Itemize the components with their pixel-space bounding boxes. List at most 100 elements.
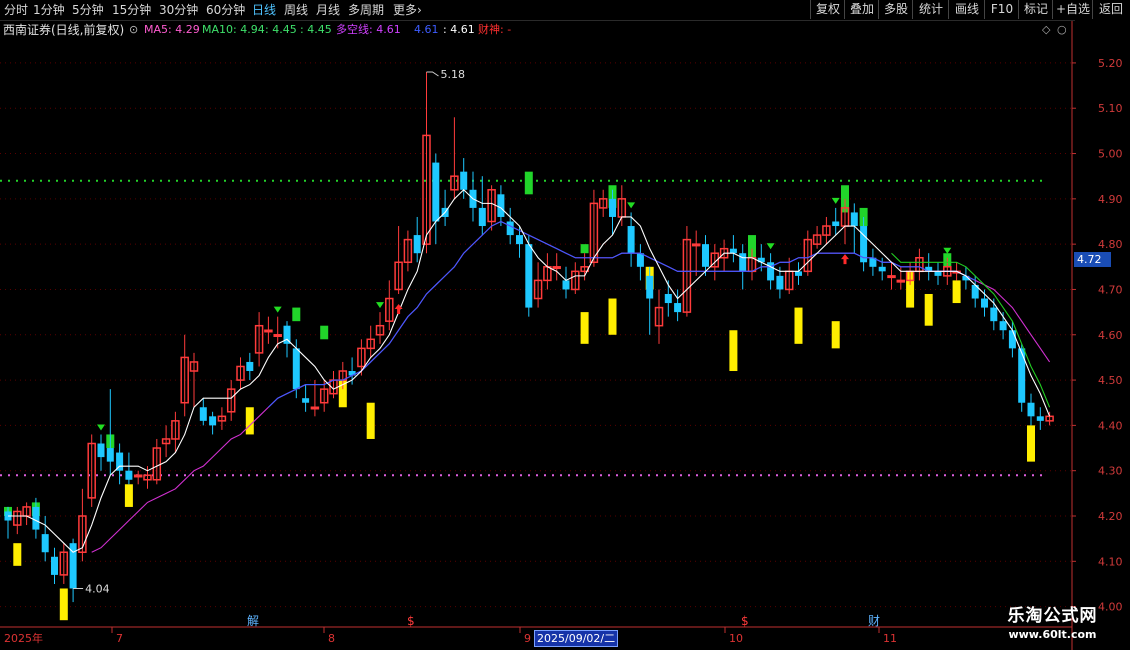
yellow-signal-bar <box>924 293 933 326</box>
candle-body <box>209 416 217 426</box>
indicator-value-4: : 4.61 <box>443 23 475 36</box>
draw-line-button[interactable]: 画线 <box>948 0 985 19</box>
price-label: 4.80 <box>1098 238 1123 251</box>
high-price-label: 5.18 <box>441 68 466 81</box>
candle-body <box>292 348 300 390</box>
yellow-signal-bar <box>1027 425 1035 462</box>
candle-body <box>887 275 896 279</box>
candle-body <box>506 221 514 236</box>
down-arrow-icon <box>273 306 282 313</box>
selected-date: 2025/09/02/二 <box>534 630 619 647</box>
candle-body <box>776 275 784 290</box>
indicator-value-1: : 4.45 <box>265 23 297 36</box>
candle-body <box>990 307 998 322</box>
diamond-icon[interactable]: ◇ <box>1042 23 1050 37</box>
candle-body <box>41 534 49 553</box>
down-arrow-icon <box>831 197 840 204</box>
multi-stock-button[interactable]: 多股 <box>878 0 913 19</box>
candle-body <box>413 235 421 254</box>
candle-body <box>310 406 320 410</box>
tab-60min[interactable]: 60分钟 <box>206 2 245 18</box>
candle-body <box>739 253 747 272</box>
event-jie-marker[interactable]: 解 <box>247 614 259 628</box>
candle-body <box>478 207 486 227</box>
candle-body <box>934 271 942 276</box>
fuquan-button[interactable]: 复权 <box>810 0 845 19</box>
price-label: 4.40 <box>1098 419 1123 432</box>
date-label-year: 2025年 <box>4 632 43 645</box>
tab-daily[interactable]: 日线 <box>252 2 276 18</box>
watermark: 乐淘公式网 www.60lt.com <box>990 605 1115 647</box>
indicator-value-2: : 4.45 <box>300 23 332 36</box>
yellow-signal-bar <box>729 330 738 372</box>
price-label: 4.30 <box>1098 465 1123 478</box>
ma-green-line <box>891 252 1051 408</box>
price-label: 4.50 <box>1098 374 1123 387</box>
tab-30min[interactable]: 30分钟 <box>159 2 198 18</box>
tab-weekly[interactable]: 周线 <box>284 2 308 18</box>
candle-body <box>1018 348 1026 403</box>
add-watchlist-button[interactable]: +自选 <box>1052 0 1093 19</box>
low-price-label: 4.04 <box>85 582 110 595</box>
down-arrow-icon <box>943 247 952 254</box>
kline-chart[interactable]: 5.20 5.10 5.00 4.90 4.80 4.70 4.60 4.50 4.40 4.30… <box>0 0 1130 650</box>
tab-more[interactable]: 更多› <box>393 2 422 18</box>
yellow-signal-bar <box>580 312 589 344</box>
candle-body <box>460 171 468 190</box>
yellow-signal-bar <box>366 402 375 439</box>
caishen-value: 财神: - <box>478 23 512 36</box>
ma-blue-line <box>268 220 976 408</box>
candle-body <box>552 266 561 270</box>
yellow-signal-bar <box>13 543 22 566</box>
price-label: 5.20 <box>1098 57 1123 70</box>
mark-button[interactable]: 标记 <box>1018 0 1053 19</box>
candle-body <box>850 212 858 227</box>
tab-1min[interactable]: 1分钟 <box>33 2 65 18</box>
candle-body <box>199 407 207 421</box>
f10-button[interactable]: F10 <box>984 0 1019 19</box>
price-label: 4.90 <box>1098 193 1123 206</box>
candle-body <box>691 243 701 247</box>
event-cai-marker[interactable]: 财 <box>868 614 880 628</box>
candle-body <box>999 321 1007 331</box>
tab-15min[interactable]: 15分钟 <box>112 2 151 18</box>
price-label: 4.70 <box>1098 283 1123 296</box>
candle-body <box>702 244 709 267</box>
candle-body <box>1008 330 1016 349</box>
candle-body <box>32 506 40 530</box>
candle-body <box>1036 416 1044 421</box>
yellow-signal-bar <box>608 298 617 335</box>
tab-multi-period[interactable]: 多周期 <box>348 2 384 18</box>
candle-body <box>896 279 906 283</box>
down-arrow-icon <box>97 424 105 431</box>
candle-body <box>646 275 654 299</box>
candle-body <box>432 162 440 222</box>
date-label-nov: 11 <box>883 632 897 645</box>
tab-monthly[interactable]: 月线 <box>316 2 340 18</box>
candle-body <box>729 248 737 254</box>
ma5-value: MA5: 4.29 <box>144 23 200 36</box>
event-money-marker-2[interactable]: $ <box>741 614 749 628</box>
tab-5min[interactable]: 5分钟 <box>72 2 104 18</box>
indicator-info-bar: 西南证券(日线,前复权) ⊙ MA5: 4.29 MA10: 4.94 : 4.… <box>0 20 1075 39</box>
tab-fenshi[interactable]: 分时 <box>4 2 28 18</box>
green-signal-bar <box>524 171 533 195</box>
overlay-button[interactable]: 叠加 <box>844 0 879 19</box>
candle-body <box>795 271 802 276</box>
date-label-jul: 7 <box>116 632 123 645</box>
yellow-signal-bar <box>124 484 133 507</box>
price-label: 4.20 <box>1098 510 1123 523</box>
candle-body <box>878 266 886 272</box>
candle-body <box>51 556 58 575</box>
candle-body <box>497 194 505 217</box>
price-label: 4.10 <box>1098 555 1123 568</box>
settings-dropdown-icon[interactable]: ⊙ <box>129 23 138 37</box>
candle-body <box>832 221 840 227</box>
candle-body <box>525 244 533 308</box>
stats-button[interactable]: 统计 <box>912 0 949 19</box>
candle-body <box>302 398 310 403</box>
circle-icon[interactable]: ○ <box>1057 23 1067 37</box>
duokong-line-value: 多空线: 4.61 <box>336 23 401 36</box>
event-money-marker[interactable]: $ <box>407 614 415 628</box>
back-button[interactable]: 返回 <box>1092 0 1129 19</box>
